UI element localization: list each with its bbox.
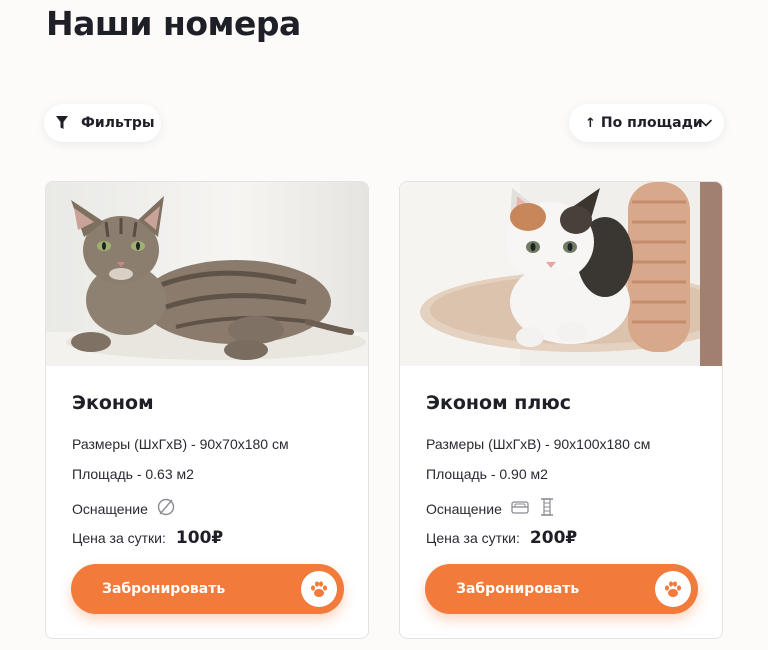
cat-photo [400,182,722,366]
cat-photo [46,182,368,366]
room-title: Эконом плюс [426,392,571,414]
room-area: Площадь - 0.63 м2 [72,466,194,482]
sort-label: По площади [600,115,703,131]
room-equipment: Оснащение [426,497,556,520]
book-label: Забронировать [102,581,226,597]
room-title: Эконом [72,392,154,414]
equipment-label: Оснащение [426,500,502,517]
scratching-post-icon [538,497,556,520]
paw-icon [655,571,691,607]
sort-direction-icon: ↑ [585,115,596,131]
filters-label: Фильтры [81,115,155,131]
price-label: Цена за сутки: [426,530,520,546]
filters-button[interactable]: Фильтры [44,104,161,142]
page-title: Наши номера [46,4,301,43]
book-button[interactable]: Забронировать [425,564,698,614]
filter-icon [55,115,69,131]
none-icon [156,497,176,520]
price-value: 200₽ [529,528,578,548]
room-card[interactable]: Эконом плюс Размеры (ШхГхВ) - 90х100х180… [399,181,723,639]
room-price: Цена за сутки: 200₽ [426,528,577,548]
bed-icon [510,498,530,519]
price-value: 100₽ [175,528,224,548]
room-dimensions: Размеры (ШхГхВ) - 90х70х180 см [72,436,289,452]
room-area: Площадь - 0.90 м2 [426,466,548,482]
equipment-label: Оснащение [72,500,148,517]
paw-icon [301,571,337,607]
sort-dropdown[interactable]: ↑ По площади [569,104,724,142]
room-equipment: Оснащение [72,497,176,520]
book-button[interactable]: Забронировать [71,564,344,614]
chevron-down-icon [699,116,713,130]
room-dimensions: Размеры (ШхГхВ) - 90х100х180 см [426,436,651,452]
room-card[interactable]: Эконом Размеры (ШхГхВ) - 90х70х180 см Пл… [45,181,369,639]
book-label: Забронировать [456,581,580,597]
room-price: Цена за сутки: 100₽ [72,528,223,548]
price-label: Цена за сутки: [72,530,166,546]
